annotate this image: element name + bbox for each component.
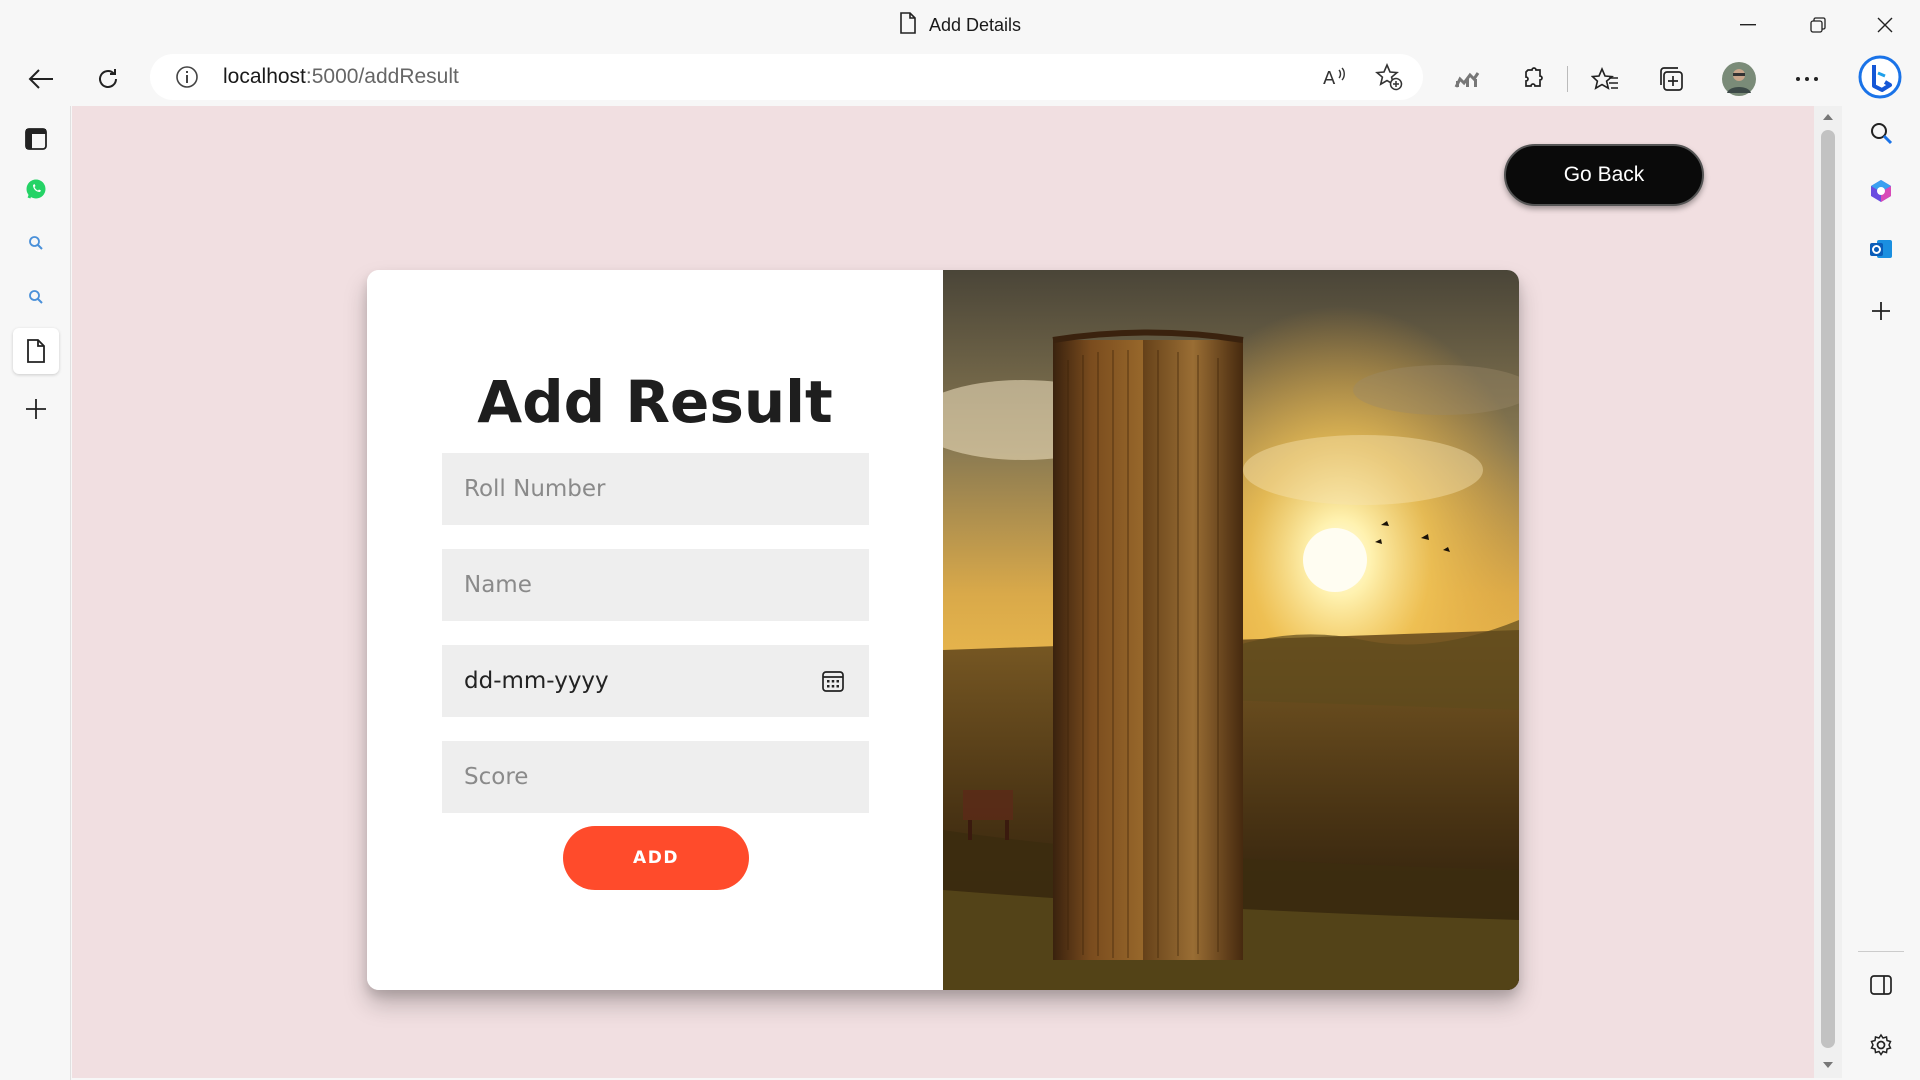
edge-sidebar — [1842, 106, 1920, 1080]
score-input[interactable]: Score — [442, 741, 869, 813]
back-arrow-icon[interactable] — [20, 58, 62, 100]
hide-sidebar-icon[interactable] — [1858, 962, 1904, 1008]
add-favorite-icon[interactable] — [1375, 62, 1403, 96]
new-tab-plus-icon[interactable] — [13, 386, 59, 432]
toolbar-divider — [1567, 66, 1568, 92]
tab-actions-icon[interactable] — [13, 116, 59, 162]
page-scrollbar[interactable] — [1814, 106, 1842, 1078]
book-sunset-image — [943, 270, 1519, 990]
refresh-icon[interactable] — [87, 58, 129, 100]
go-back-button[interactable]: Go Back — [1504, 144, 1704, 206]
whatsapp-tab-icon[interactable] — [13, 166, 59, 212]
add-sidebar-app-icon[interactable] — [1858, 288, 1904, 334]
page-viewport: Go Back Add Result Roll Number Name dd-m… — [72, 106, 1814, 1078]
close-button[interactable] — [1850, 0, 1920, 50]
sidebar-search-icon[interactable] — [1858, 110, 1904, 156]
url-host: localhost — [223, 65, 306, 88]
microsoft-365-icon[interactable] — [1858, 168, 1904, 214]
window-titlebar: Add Details — [0, 0, 1920, 50]
scroll-up-arrow-icon[interactable] — [1821, 110, 1835, 124]
name-input[interactable]: Name — [442, 549, 869, 621]
outlook-icon[interactable] — [1858, 226, 1904, 272]
window-title-area: Add Details — [0, 0, 1920, 50]
collections-icon[interactable] — [1650, 58, 1692, 100]
browser-toolbar: localhost:5000/addResult A — [0, 50, 1920, 106]
search-tab-icon[interactable] — [13, 274, 59, 320]
performance-icon[interactable] — [1446, 58, 1488, 100]
restore-button[interactable] — [1783, 0, 1853, 50]
url-path: :5000/addResult — [305, 65, 459, 88]
calendar-icon[interactable] — [821, 669, 845, 699]
add-result-card: Add Result Roll Number Name dd-mm-yyyy S… — [367, 270, 1519, 990]
address-bar[interactable]: localhost:5000/addResult A — [150, 54, 1423, 100]
vertical-tabs-bar — [0, 106, 71, 1080]
scroll-down-arrow-icon[interactable] — [1821, 1058, 1835, 1072]
profile-avatar[interactable] — [1718, 58, 1760, 100]
site-info-icon[interactable] — [175, 65, 199, 94]
svg-text:A: A — [1323, 68, 1336, 89]
minimize-button[interactable] — [1713, 0, 1783, 50]
roll-number-input[interactable]: Roll Number — [442, 453, 869, 525]
active-tab-document-icon[interactable] — [13, 328, 59, 374]
window-title: Add Details — [928, 14, 1022, 35]
add-button[interactable]: ADD — [563, 826, 749, 890]
date-input[interactable]: dd-mm-yyyy — [442, 645, 869, 717]
add-result-form: Add Result Roll Number Name dd-mm-yyyy S… — [367, 270, 943, 990]
page-document-icon — [899, 11, 917, 39]
sidebar-settings-gear-icon[interactable] — [1858, 1022, 1904, 1068]
date-input-value: dd-mm-yyyy — [464, 668, 609, 694]
scrollbar-thumb[interactable] — [1821, 130, 1835, 1048]
form-title: Add Result — [477, 368, 833, 436]
extensions-icon[interactable] — [1512, 58, 1554, 100]
bing-copilot-icon[interactable] — [1855, 52, 1905, 102]
favorites-icon[interactable] — [1584, 58, 1626, 100]
url-text[interactable]: localhost:5000/addResult — [223, 65, 459, 89]
read-aloud-icon[interactable]: A — [1322, 64, 1348, 95]
sidebar-divider — [1858, 951, 1904, 952]
more-options-icon[interactable] — [1786, 58, 1828, 100]
search-tab-icon[interactable] — [13, 220, 59, 266]
